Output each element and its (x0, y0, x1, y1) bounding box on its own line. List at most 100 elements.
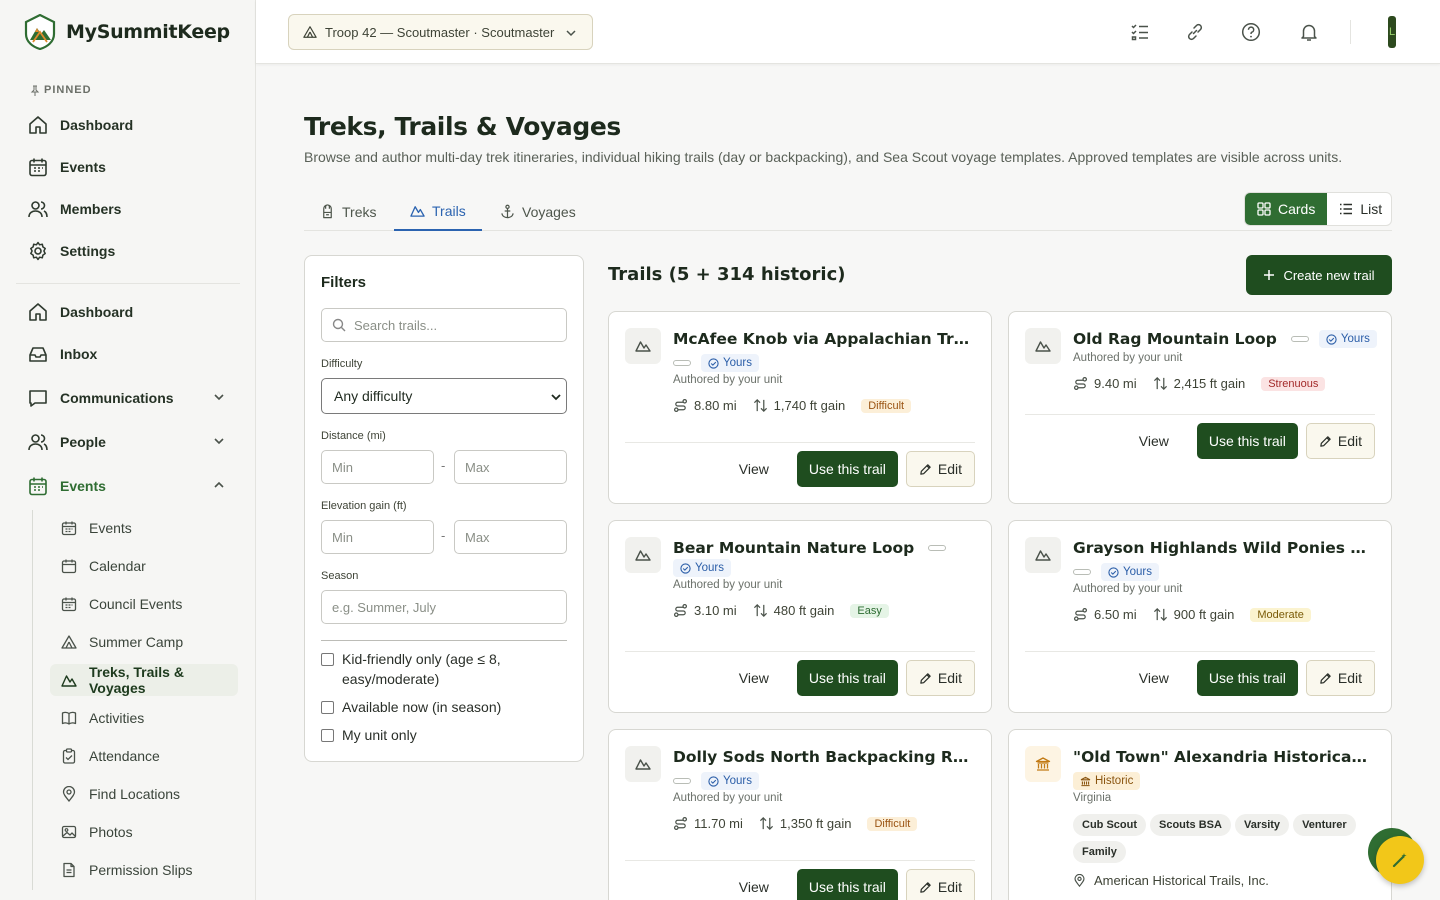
program-tag: Cub Scout (1073, 814, 1146, 836)
use-trail-button[interactable]: Use this trail (1196, 423, 1298, 459)
tab-treks[interactable]: Treks (304, 192, 392, 231)
historic-trail-card[interactable]: "Old Town" Alexandria Historical Tr... H… (1008, 729, 1392, 900)
pinned-item-events[interactable]: Events (28, 155, 106, 179)
my-unit-only-checkbox[interactable]: My unit only (321, 725, 417, 745)
use-trail-button[interactable]: Use this trail (796, 660, 898, 696)
trail-title[interactable]: Bear Mountain Nature Loop (673, 537, 914, 559)
sidebar-item-people[interactable]: People (28, 430, 224, 454)
sidebar-subitem-attendance[interactable]: Attendance (50, 740, 238, 772)
trail-title[interactable]: "Old Town" Alexandria Historical Tr... (1073, 746, 1371, 768)
use-trail-button[interactable]: Use this trail (796, 869, 898, 900)
list-view-button[interactable]: List (1327, 193, 1391, 225)
check-circle-icon (1326, 333, 1337, 345)
chevron-down-icon[interactable] (212, 434, 226, 448)
use-trail-button[interactable]: Use this trail (1196, 660, 1298, 696)
sidebar-item-events[interactable]: Events (28, 474, 224, 498)
sidebar-item-communications[interactable]: Communications (28, 386, 224, 410)
tab-voyages[interactable]: Voyages (484, 192, 592, 231)
edit-button[interactable]: Edit (1305, 660, 1375, 696)
trail-title[interactable]: Old Rag Mountain Loop (1073, 328, 1277, 350)
submenu-guide-line (32, 510, 33, 890)
avatar[interactable]: L (1388, 16, 1396, 48)
sidebar-subitem-photos[interactable]: Photos (50, 816, 238, 848)
edit-button[interactable]: Edit (905, 451, 975, 487)
sidebar-item-dashboard[interactable]: Dashboard (28, 300, 133, 324)
sidebar-subitem-treks-trails-voyages[interactable]: Treks, Trails & Voyages (50, 664, 238, 696)
view-button[interactable]: View (1119, 670, 1189, 686)
trail-title[interactable]: McAfee Knob via Appalachian Trail (673, 328, 971, 350)
document-icon (61, 862, 77, 878)
edit-button[interactable]: Edit (905, 660, 975, 696)
checkbox[interactable] (321, 653, 334, 666)
chevron-up-icon[interactable] (212, 478, 226, 492)
checkbox[interactable] (321, 701, 334, 714)
elevation-label: Elevation gain (ft) (321, 500, 407, 512)
yours-badge: Yours (1101, 563, 1159, 581)
view-button[interactable]: View (719, 670, 789, 686)
cards-view-button[interactable]: Cards (1245, 193, 1328, 225)
link-icon[interactable] (1185, 22, 1205, 42)
trail-card[interactable]: Dolly Sods North Backpacking Rou... Your… (608, 729, 992, 900)
distance-min-input[interactable]: Min (321, 450, 434, 484)
sidebar-subitem-find-locations[interactable]: Find Locations (50, 778, 238, 810)
trail-card[interactable]: Bear Mountain Nature Loop Yours Authored… (608, 520, 992, 713)
empty-badge (673, 360, 691, 366)
pinned-item-members[interactable]: Members (28, 197, 121, 221)
edit-button[interactable]: Edit (905, 869, 975, 900)
sidebar-subitem-summer-camp[interactable]: Summer Camp (50, 626, 238, 658)
filters-panel: Filters Search trails... Difficulty Any … (304, 255, 584, 762)
card-divider (1025, 651, 1375, 652)
brand[interactable]: MySummitKeep (24, 14, 230, 50)
trail-card[interactable]: Grayson Highlands Wild Ponies Trek Yours… (1008, 520, 1392, 713)
trail-title[interactable]: Dolly Sods North Backpacking Rou... (673, 746, 971, 768)
difficulty-select[interactable]: Any difficulty (321, 378, 567, 414)
chevron-down-icon[interactable] (212, 390, 226, 404)
view-button[interactable]: View (719, 461, 789, 477)
elevation-min-input[interactable]: Min (321, 520, 434, 554)
distance-max-input[interactable]: Max (454, 450, 567, 484)
search-icon (332, 318, 346, 332)
sidebar-subitem-permission-slips[interactable]: Permission Slips (50, 854, 238, 886)
sidebar-subitem-council-events[interactable]: Council Events (50, 588, 238, 620)
trail-card[interactable]: McAfee Knob via Appalachian Trail Yours … (608, 311, 992, 504)
checklist-icon[interactable] (1130, 22, 1150, 42)
historic-badge: Historic (1073, 772, 1141, 790)
season-input[interactable]: e.g. Summer, July (321, 590, 567, 624)
view-button[interactable]: View (1119, 433, 1189, 449)
use-trail-button[interactable]: Use this trail (796, 451, 898, 487)
sidebar-subitem-calendar[interactable]: Calendar (50, 550, 238, 582)
unit-selector[interactable]: Troop 42 — Scoutmaster · Scoutmaster (288, 14, 593, 50)
kid-friendly-checkbox[interactable]: Kid-friendly only (age ≤ 8, easy/moderat… (321, 649, 521, 689)
clipboard-icon (61, 748, 77, 764)
available-now-checkbox[interactable]: Available now (in season) (321, 697, 501, 717)
checkbox[interactable] (321, 729, 334, 742)
sidebar-item-inbox[interactable]: Inbox (28, 342, 97, 366)
sidebar-subitem-activities[interactable]: Activities (50, 702, 238, 734)
sidebar: MySummitKeep PINNED Dashboard Events Mem… (0, 0, 256, 900)
view-button[interactable]: View (719, 879, 789, 895)
trail-stats: 8.80 mi 1,740 ft gain Difficult (673, 398, 979, 413)
check-circle-icon (1108, 566, 1119, 578)
home-icon (28, 302, 48, 322)
calendar-icon (28, 157, 48, 177)
assistant-fab-button[interactable] (1376, 836, 1424, 884)
elevation-icon (759, 816, 774, 831)
trail-title[interactable]: Grayson Highlands Wild Ponies Trek (1073, 537, 1371, 559)
pencil-icon (1319, 435, 1332, 448)
create-trail-button[interactable]: Create new trail (1246, 255, 1392, 295)
help-icon[interactable] (1241, 22, 1261, 42)
anchor-icon (500, 204, 515, 219)
trail-card[interactable]: Old Rag Mountain Loop Yours Authored by … (1008, 311, 1392, 504)
card-divider (1025, 414, 1375, 415)
sidebar-subitem-events[interactable]: Events (50, 512, 238, 544)
tab-trails[interactable]: Trails (394, 192, 482, 231)
edit-button[interactable]: Edit (1305, 423, 1375, 459)
pinned-item-settings[interactable]: Settings (28, 239, 115, 263)
trail-author: Authored by your unit (673, 792, 783, 804)
elevation-max-input[interactable]: Max (454, 520, 567, 554)
pinned-item-dashboard[interactable]: Dashboard (28, 113, 133, 137)
search-input[interactable]: Search trails... (321, 308, 567, 342)
bell-icon[interactable] (1299, 22, 1319, 42)
check-circle-icon (680, 562, 691, 574)
yours-badge: Yours (1318, 330, 1377, 348)
